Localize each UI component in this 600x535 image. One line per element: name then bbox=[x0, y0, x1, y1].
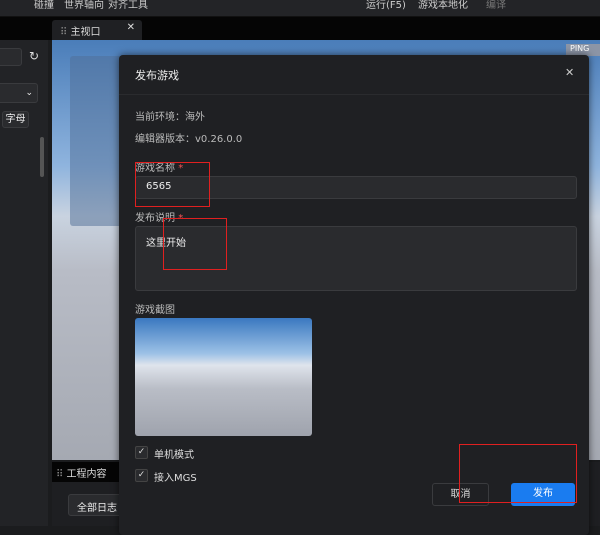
drag-handle-icon[interactable]: ⠿ bbox=[60, 27, 71, 38]
dialog-title: 发布游戏 bbox=[135, 69, 179, 82]
single-mode-label: 单机模式 bbox=[154, 450, 194, 461]
close-icon[interactable]: ✕ bbox=[127, 22, 135, 33]
annotation-box bbox=[135, 162, 210, 207]
dropdown[interactable]: ⌄ bbox=[0, 83, 38, 103]
refresh-icon[interactable]: ↻ bbox=[29, 49, 39, 63]
mgs-label: 接入MGS bbox=[154, 473, 197, 484]
tab-label: 工程内容 bbox=[66, 469, 107, 480]
top-menu-bar: 碰撞 世界轴向 对齐工具 运行(F5) 游戏本地化 编译 bbox=[0, 0, 600, 17]
left-panel: ↻ ⌄ 字母 bbox=[0, 40, 48, 526]
mgs-checkbox[interactable]: ✓ bbox=[135, 469, 148, 482]
close-icon[interactable]: ✕ bbox=[565, 66, 574, 79]
env-text: 当前环境：海外 bbox=[135, 112, 205, 123]
menu-run[interactable]: 运行(F5) bbox=[366, 0, 406, 11]
sort-button[interactable]: 字母 bbox=[2, 111, 29, 128]
tab-project-content[interactable]: ⠿ 工程内容 bbox=[52, 462, 122, 482]
game-screenshot[interactable] bbox=[135, 318, 312, 436]
menu-align[interactable]: 对齐工具 bbox=[108, 0, 148, 11]
menu-world-axis[interactable]: 世界轴向 bbox=[64, 0, 104, 11]
menu-compile[interactable]: 编译 bbox=[486, 0, 506, 11]
tab-main-viewport[interactable]: ⠿ 主视口 ✕ bbox=[52, 20, 142, 40]
single-mode-checkbox[interactable]: ✓ bbox=[135, 446, 148, 459]
menu-collision[interactable]: 碰撞 bbox=[34, 0, 54, 11]
scrollbar[interactable] bbox=[40, 137, 44, 177]
annotation-box bbox=[459, 444, 577, 503]
screenshot-label: 游戏截图 bbox=[135, 305, 175, 316]
version-text: 编辑器版本：v0.26.0.0 bbox=[135, 134, 243, 145]
tab-label: 主视口 bbox=[70, 27, 101, 38]
annotation-box bbox=[163, 218, 227, 270]
search-input[interactable] bbox=[0, 48, 22, 66]
menu-localization[interactable]: 游戏本地化 bbox=[418, 0, 468, 11]
